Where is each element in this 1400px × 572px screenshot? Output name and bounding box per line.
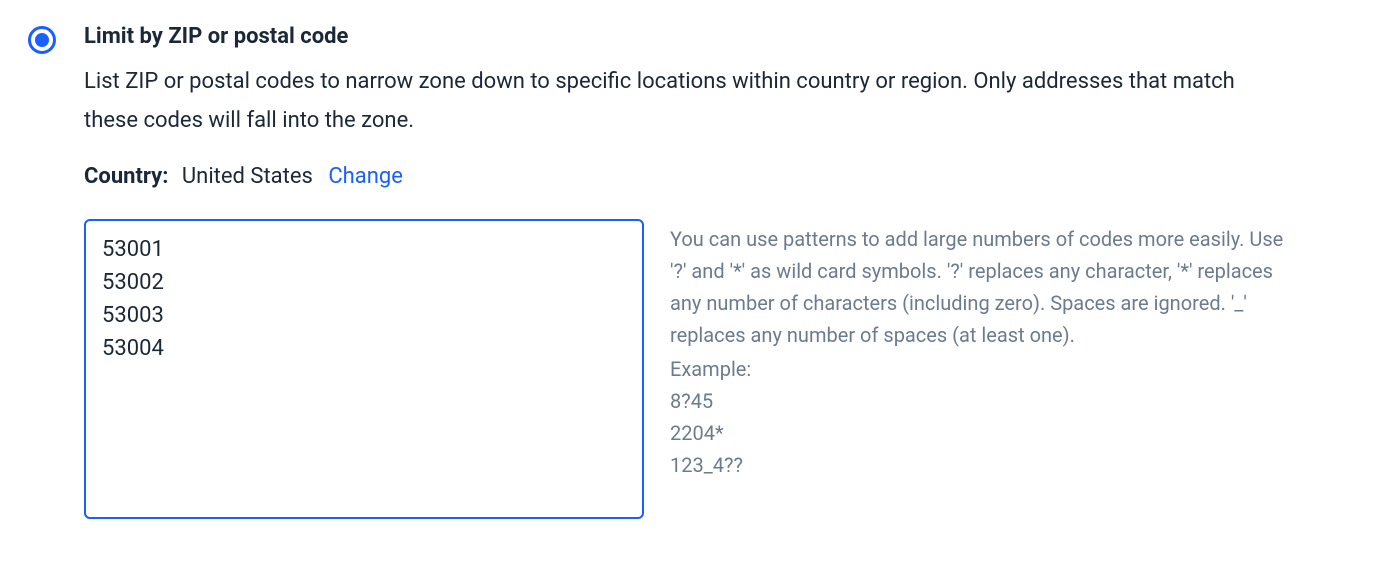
help-patterns-text: You can use patterns to add large number… [670, 227, 1283, 347]
help-example-2: 2204* [670, 417, 1290, 449]
change-country-link[interactable]: Change [328, 164, 403, 189]
country-row: Country: United States Change [84, 164, 1372, 189]
country-label: Country: [84, 164, 168, 189]
zip-limit-option: Limit by ZIP or postal code List ZIP or … [28, 24, 1372, 519]
zip-and-help-row: You can use patterns to add large number… [84, 219, 1372, 519]
limit-by-zip-radio[interactable] [28, 26, 56, 54]
zip-help-text: You can use patterns to add large number… [670, 219, 1290, 481]
radio-selected-icon [35, 33, 49, 47]
radio-wrapper [28, 24, 56, 54]
zip-codes-textarea[interactable] [84, 219, 644, 519]
option-description: List ZIP or postal codes to narrow zone … [84, 63, 1264, 140]
option-content: Limit by ZIP or postal code List ZIP or … [84, 24, 1372, 519]
option-title: Limit by ZIP or postal code [84, 24, 1372, 49]
help-example-3: 123_4?? [670, 449, 1290, 481]
help-example-label: Example: [670, 353, 1290, 385]
country-value: United States [182, 164, 313, 189]
help-example-1: 8?45 [670, 385, 1290, 417]
